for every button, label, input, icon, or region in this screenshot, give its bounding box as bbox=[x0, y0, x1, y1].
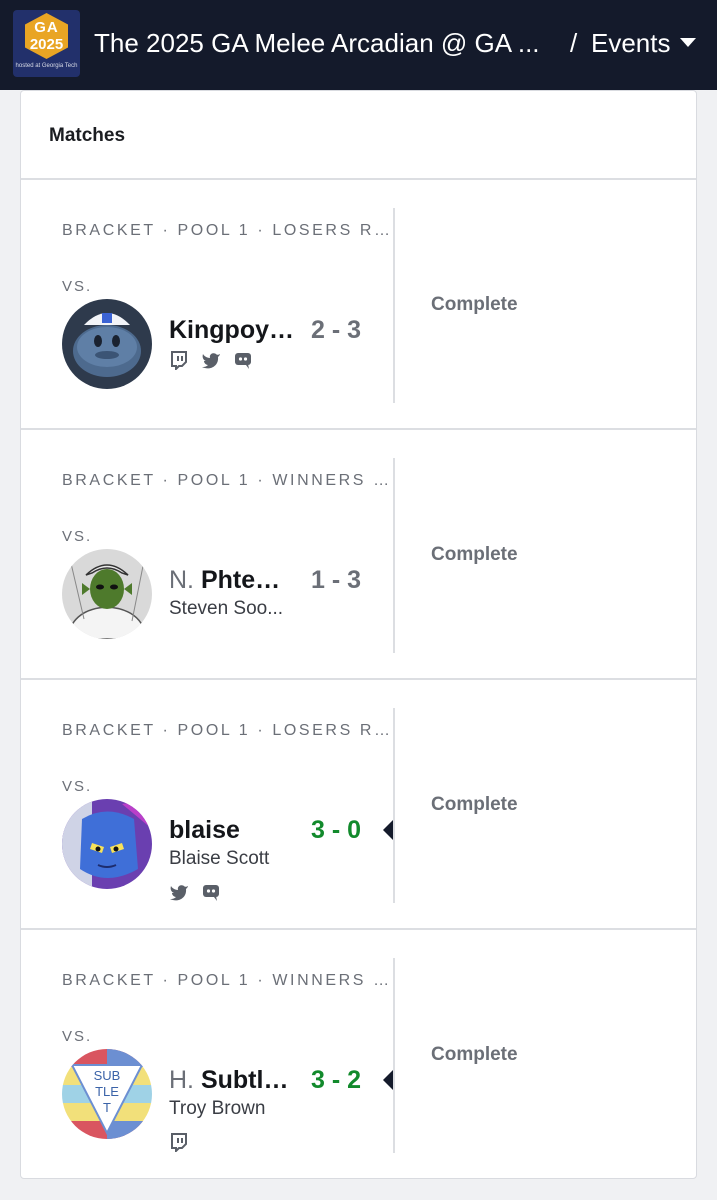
social-links bbox=[169, 350, 253, 370]
gamertag-text: Phteve... bbox=[200, 566, 294, 594]
avatar-text-line: SUB bbox=[94, 1068, 121, 1083]
tournament-logo[interactable]: GA 2025 hosted at Georgia Tech bbox=[13, 10, 80, 77]
match-card[interactable]: BRACKET · POOL 1 · WINNERS ROUND 1 VS. S… bbox=[21, 930, 696, 1180]
player-gamertag[interactable]: Kingpoyo... bbox=[169, 316, 294, 345]
twitch-icon[interactable] bbox=[169, 350, 189, 370]
player-real-name: Blaise Scott bbox=[169, 848, 270, 869]
winner-indicator-icon bbox=[383, 820, 393, 840]
card-divider bbox=[393, 958, 395, 1153]
match-score: 1 - 3 bbox=[311, 566, 362, 594]
twitter-icon[interactable] bbox=[201, 350, 221, 370]
discord-icon[interactable] bbox=[233, 350, 253, 370]
match-score: 3 - 0 bbox=[311, 816, 362, 844]
gamertag-text: Kingpoyo... bbox=[169, 316, 294, 344]
vs-label: VS. bbox=[62, 1028, 93, 1045]
sponsor-prefix: H. bbox=[169, 1066, 194, 1094]
logo-host-text: hosted at Georgia Tech bbox=[15, 63, 78, 69]
player-real-name: Troy Brown bbox=[169, 1098, 266, 1119]
match-status: Complete bbox=[431, 1044, 518, 1065]
twitch-icon[interactable] bbox=[169, 1132, 189, 1152]
bracket-round-label: BRACKET · POOL 1 · LOSERS ROUND 1 bbox=[62, 222, 392, 239]
social-links bbox=[169, 882, 221, 902]
player-avatar[interactable]: SUB TLE T bbox=[62, 1049, 152, 1139]
bracket-round-label: BRACKET · POOL 1 · WINNERS ROUND 1 bbox=[62, 972, 392, 989]
avatar-text-line: T bbox=[103, 1100, 111, 1115]
twitter-icon[interactable] bbox=[169, 882, 189, 902]
card-divider bbox=[393, 208, 395, 403]
top-bar: GA 2025 hosted at Georgia Tech The 2025 … bbox=[0, 0, 717, 90]
match-status: Complete bbox=[431, 794, 518, 815]
winner-indicator-icon bbox=[383, 1070, 393, 1090]
bracket-round-label: BRACKET · POOL 1 · WINNERS QUARTER-FINAL bbox=[62, 472, 392, 489]
vs-label: VS. bbox=[62, 778, 93, 795]
gamertag-text: blaise bbox=[169, 816, 240, 844]
card-divider bbox=[393, 708, 395, 903]
discord-icon[interactable] bbox=[201, 882, 221, 902]
match-status: Complete bbox=[431, 294, 518, 315]
chevron-down-icon[interactable] bbox=[680, 38, 696, 47]
bracket-round-label: BRACKET · POOL 1 · LOSERS ROUND 2 bbox=[62, 722, 392, 739]
player-gamertag[interactable]: H. Subtle... bbox=[169, 1066, 294, 1095]
events-dropdown[interactable]: Events bbox=[591, 28, 671, 59]
tournament-title-link[interactable]: The 2025 GA Melee Arcadian @ GA ... bbox=[94, 28, 554, 59]
match-score: 3 - 2 bbox=[311, 1066, 362, 1094]
player-avatar[interactable] bbox=[62, 549, 152, 639]
avatar-text-line: TLE bbox=[95, 1084, 119, 1099]
card-divider bbox=[393, 458, 395, 653]
logo-ga-text: GA bbox=[34, 19, 59, 36]
vs-label: VS. bbox=[62, 528, 93, 545]
match-status: Complete bbox=[431, 544, 518, 565]
match-score: 2 - 3 bbox=[311, 316, 362, 344]
logo-year-text: 2025 bbox=[29, 36, 64, 53]
player-avatar[interactable] bbox=[62, 799, 152, 889]
player-gamertag[interactable]: blaise bbox=[169, 816, 294, 845]
vs-label: VS. bbox=[62, 278, 93, 295]
player-gamertag[interactable]: N. Phteve... bbox=[169, 566, 294, 595]
sponsor-prefix: N. bbox=[169, 566, 194, 594]
match-card[interactable]: BRACKET · POOL 1 · LOSERS ROUND 1 VS. Ki… bbox=[21, 180, 696, 430]
player-real-name: Steven Soo... bbox=[169, 598, 284, 619]
social-links bbox=[169, 1132, 189, 1152]
matches-panel: Matches BRACKET · POOL 1 · LOSERS ROUND … bbox=[20, 90, 697, 1179]
breadcrumb-separator: / bbox=[570, 28, 578, 58]
match-card[interactable]: BRACKET · POOL 1 · WINNERS QUARTER-FINAL… bbox=[21, 430, 696, 680]
match-card[interactable]: BRACKET · POOL 1 · LOSERS ROUND 2 VS. bl… bbox=[21, 680, 696, 930]
panel-title: Matches bbox=[49, 125, 126, 146]
gamertag-text: Subtle... bbox=[200, 1066, 294, 1094]
player-avatar[interactable] bbox=[62, 299, 152, 389]
